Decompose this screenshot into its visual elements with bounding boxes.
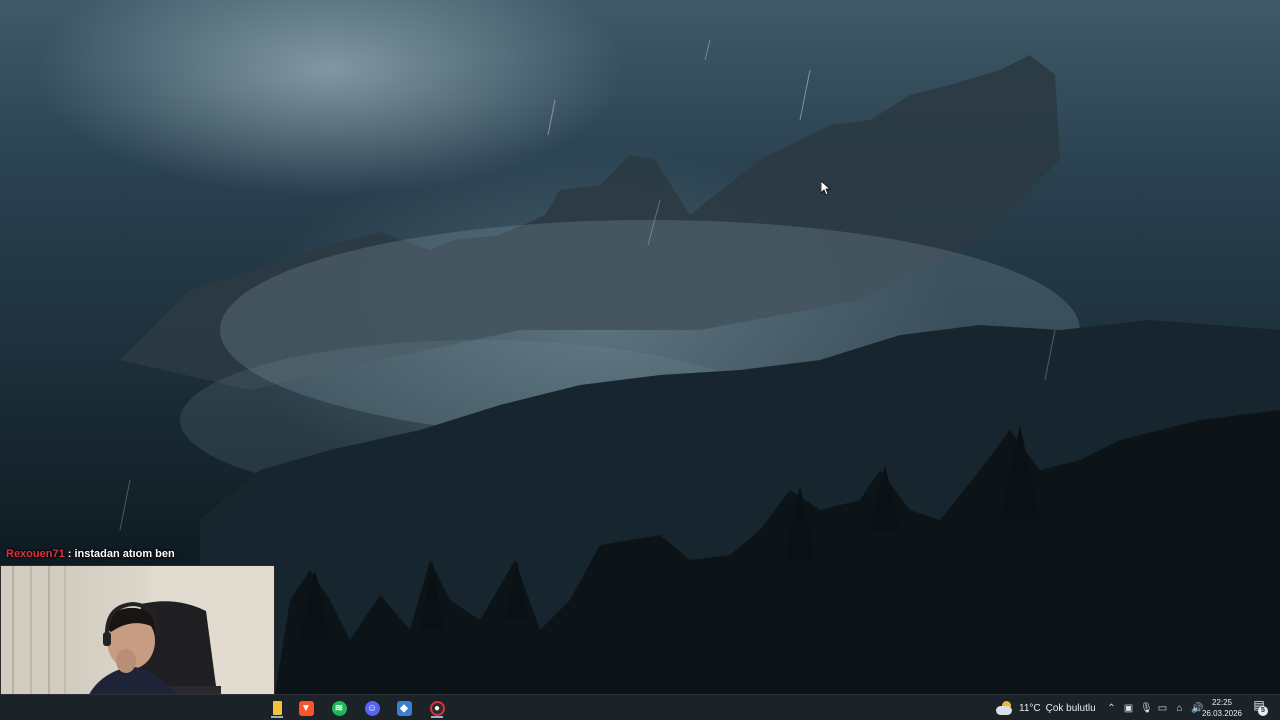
weather-condition: Çok bulutlu	[1045, 702, 1096, 714]
folder-icon	[272, 701, 282, 715]
taskbar-obs-studio[interactable]: ●	[426, 698, 448, 718]
system-tray: ⌃ ▣ 🎙 ▭ ⌂ 🔊	[1106, 698, 1203, 718]
mouse-cursor-icon	[821, 181, 831, 196]
wifi-icon[interactable]: ⌂	[1174, 703, 1185, 714]
discord-icon: ☺	[364, 700, 380, 716]
notification-center-button[interactable]: ▤ 5	[1250, 698, 1268, 718]
chat-message: Rexouen71 : instadan atıom ben	[6, 548, 175, 562]
network-icon[interactable]: ▣	[1123, 703, 1134, 714]
brave-lion-icon: ▼	[298, 700, 314, 716]
chat-text: instadan atıom ben	[74, 548, 175, 560]
microphone-icon[interactable]: 🎙	[1140, 703, 1153, 714]
app-diamond-icon: ◆	[396, 700, 412, 716]
clock-date: 26.03.2026	[1201, 709, 1243, 718]
taskbar-brave-browser[interactable]: ▼	[295, 698, 317, 718]
taskbar-app-blue[interactable]: ◆	[393, 698, 415, 718]
taskbar-discord[interactable]: ☺	[361, 698, 383, 718]
chat-username: Rexouen71	[6, 548, 65, 560]
cloudy-icon	[996, 701, 1014, 715]
weather-widget[interactable]: 11°C Çok bulutlu	[996, 698, 1096, 718]
taskbar-spotify[interactable]: ≋	[328, 698, 350, 718]
taskbar-clock[interactable]: 22:25 26.03.2026	[1200, 697, 1244, 719]
notification-count-badge: 5	[1258, 706, 1268, 716]
obs-icon: ●	[429, 700, 445, 716]
display-icon[interactable]: ▭	[1157, 703, 1168, 714]
chevron-up-icon[interactable]: ⌃	[1106, 703, 1117, 714]
spotify-icon: ≋	[331, 700, 347, 716]
taskbar: ▼ ≋ ☺ ◆ ● 11°C Çok bulutlu ⌃ ▣ 🎙 ▭ ⌂ 🔊 2…	[0, 694, 1280, 720]
weather-temperature: 11°C	[1019, 702, 1041, 714]
clock-time: 22:25	[1211, 698, 1233, 707]
taskbar-file-explorer[interactable]	[266, 698, 288, 718]
